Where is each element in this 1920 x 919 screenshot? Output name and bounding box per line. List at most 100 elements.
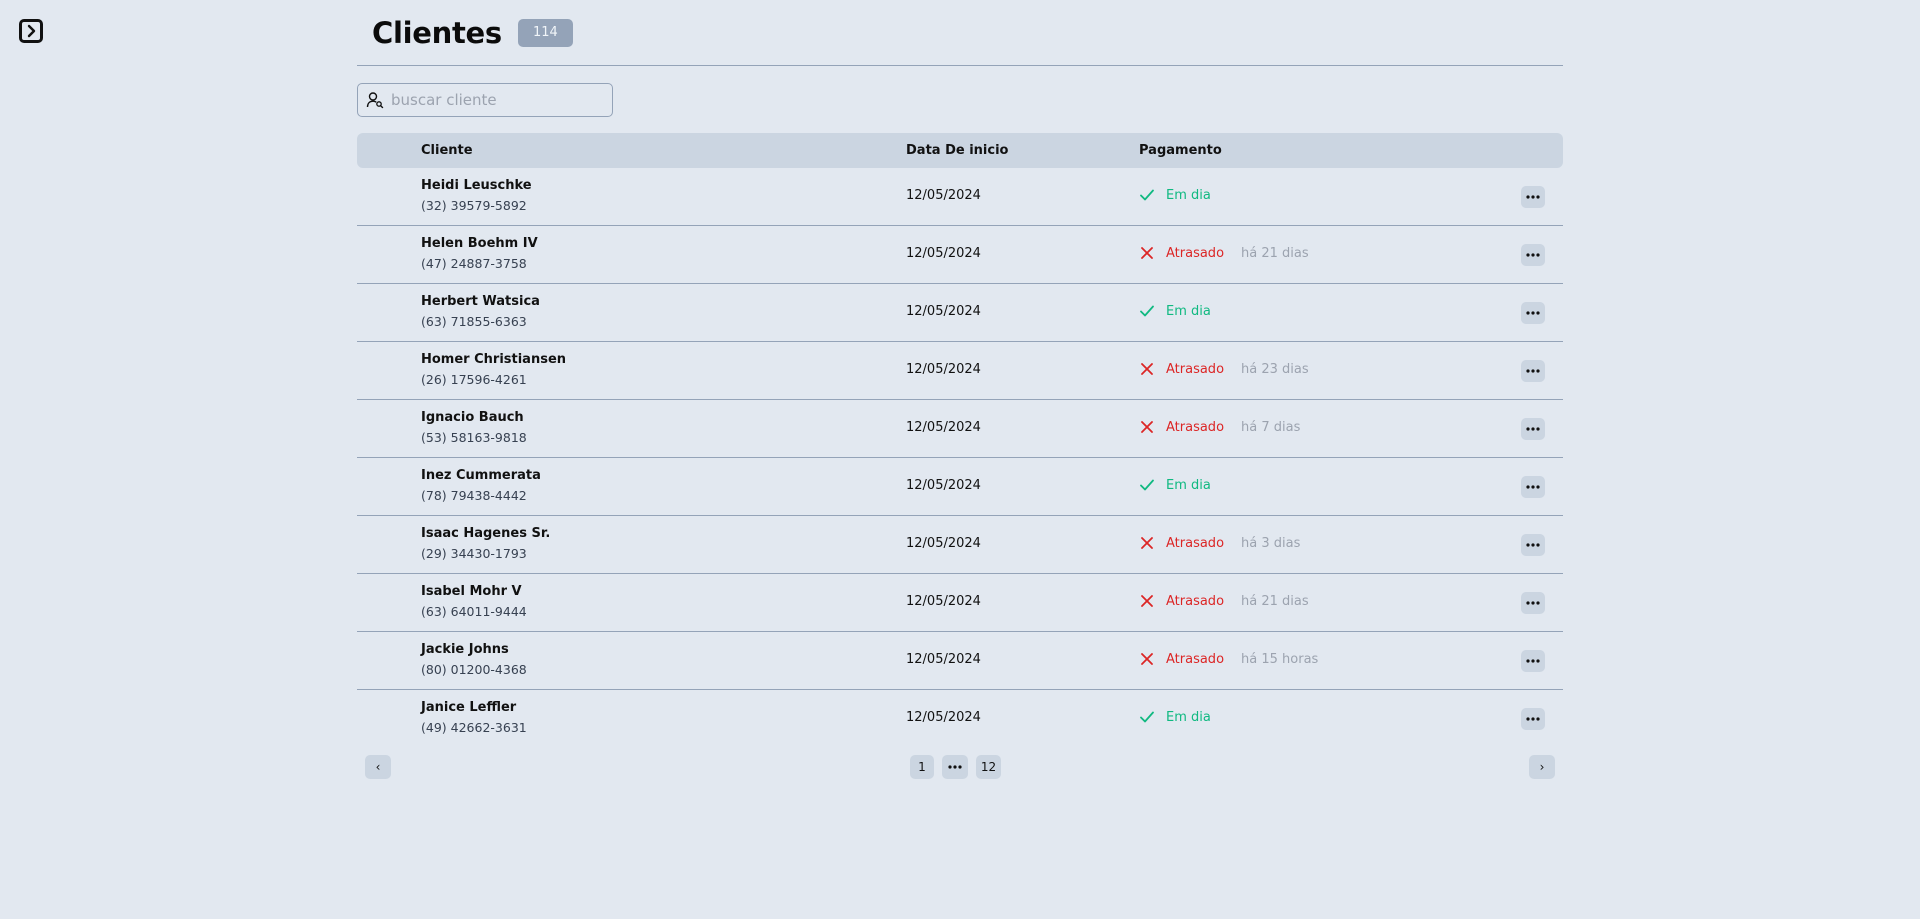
payment-status: Atrasado há 21 dias: [1139, 593, 1309, 609]
column-header-payment: Pagamento: [1139, 143, 1222, 158]
check-icon: [1140, 479, 1154, 491]
row-actions-button[interactable]: [1521, 302, 1545, 324]
prev-page-button[interactable]: ‹: [365, 755, 391, 779]
x-icon: [1141, 421, 1153, 433]
payment-status-label: Em dia: [1166, 477, 1211, 493]
page-ellipsis-button[interactable]: [942, 755, 968, 779]
payment-status-label: Em dia: [1166, 709, 1211, 725]
payment-status: Em dia: [1139, 709, 1211, 725]
start-date: 12/05/2024: [906, 594, 981, 609]
start-date: 12/05/2024: [906, 304, 981, 319]
search-input[interactable]: [389, 90, 593, 110]
user-search-icon: [366, 92, 384, 109]
table-row: Isaac Hagenes Sr. (29) 34430-1793 12/05/20…: [357, 516, 1563, 574]
search-box: [357, 83, 613, 117]
client-name: Herbert Watsica: [421, 294, 540, 309]
start-date: 12/05/2024: [906, 536, 981, 551]
payment-status-label: Atrasado: [1166, 593, 1225, 609]
client-phone: (63) 71855-6363: [421, 314, 527, 329]
column-header-client: Cliente: [421, 143, 473, 158]
payment-status: Atrasado há 3 dias: [1139, 535, 1300, 551]
row-actions-button[interactable]: [1521, 708, 1545, 730]
client-name: Janice Leffler: [421, 700, 517, 715]
table-row: Ignacio Bauch (53) 58163-9818 12/05/2024 At…: [357, 400, 1563, 458]
pagination: ‹ 1 12 ›: [357, 755, 1563, 781]
payment-status-label: Atrasado: [1166, 651, 1225, 667]
more-horizontal-icon: [1526, 311, 1540, 315]
more-horizontal-icon: [1526, 543, 1540, 547]
clients-table: Cliente Data De inicio Pagamento Heidi L…: [357, 133, 1563, 747]
client-name: Jackie Johns: [421, 642, 509, 657]
payment-status-label: Atrasado: [1166, 419, 1225, 435]
start-date: 12/05/2024: [906, 420, 981, 435]
payment-status-label: Em dia: [1166, 303, 1211, 319]
payment-status-label: Em dia: [1166, 187, 1211, 203]
client-name: Isabel Mohr V: [421, 584, 522, 599]
payment-status-label: Atrasado: [1166, 361, 1225, 377]
table-row: Jackie Johns (80) 01200-4368 12/05/2024 Atr…: [357, 632, 1563, 690]
payment-status: Em dia: [1139, 303, 1211, 319]
page-title: Clientes: [372, 15, 502, 50]
client-phone: (63) 64011-9444: [421, 604, 527, 619]
payment-status-label: Atrasado: [1166, 245, 1225, 261]
start-date: 12/05/2024: [906, 652, 981, 667]
x-icon: [1141, 653, 1153, 665]
more-horizontal-icon: [1526, 717, 1540, 721]
start-date: 12/05/2024: [906, 710, 981, 725]
start-date: 12/05/2024: [906, 362, 981, 377]
row-actions-button[interactable]: [1521, 476, 1545, 498]
client-phone: (49) 42662-3631: [421, 720, 527, 735]
x-icon: [1141, 247, 1153, 259]
more-horizontal-icon: [1526, 369, 1540, 373]
client-phone: (80) 01200-4368: [421, 662, 527, 677]
row-actions-button[interactable]: [1521, 592, 1545, 614]
table-row: Herbert Watsica (63) 71855-6363 12/05/2024…: [357, 284, 1563, 342]
table-row: Isabel Mohr V (63) 64011-9444 12/05/2024 At…: [357, 574, 1563, 632]
late-since: há 23 dias: [1241, 361, 1309, 377]
late-since: há 21 dias: [1241, 593, 1309, 609]
row-actions-button[interactable]: [1521, 534, 1545, 556]
row-actions-button[interactable]: [1521, 360, 1545, 382]
row-actions-button[interactable]: [1521, 650, 1545, 672]
row-actions-button[interactable]: [1521, 244, 1545, 266]
late-since: há 15 horas: [1241, 651, 1319, 667]
start-date: 12/05/2024: [906, 188, 981, 203]
late-since: há 7 dias: [1241, 419, 1301, 435]
page-header: Clientes 114: [357, 0, 1563, 66]
payment-status-label: Atrasado: [1166, 535, 1225, 551]
table-row: Janice Leffler (49) 42662-3631 12/05/2024 E…: [357, 690, 1563, 747]
sidebar-toggle-button[interactable]: [19, 19, 43, 43]
payment-status: Atrasado há 23 dias: [1139, 361, 1309, 377]
payment-status: Em dia: [1139, 477, 1211, 493]
client-name: Heidi Leuschke: [421, 178, 532, 193]
more-horizontal-icon: [1526, 485, 1540, 489]
client-phone: (78) 79438-4442: [421, 488, 527, 503]
payment-status: Em dia: [1139, 187, 1211, 203]
client-phone: (32) 39579-5892: [421, 198, 527, 213]
late-since: há 21 dias: [1241, 245, 1309, 261]
more-horizontal-icon: [1526, 659, 1540, 663]
column-header-date: Data De inicio: [906, 143, 1009, 158]
client-name: Isaac Hagenes Sr.: [421, 526, 551, 541]
payment-status: Atrasado há 7 dias: [1139, 419, 1300, 435]
x-icon: [1141, 537, 1153, 549]
row-actions-button[interactable]: [1521, 186, 1545, 208]
check-icon: [1140, 711, 1154, 723]
row-actions-button[interactable]: [1521, 418, 1545, 440]
next-page-button[interactable]: ›: [1529, 755, 1555, 779]
more-horizontal-icon: [1526, 195, 1540, 199]
table-header: Cliente Data De inicio Pagamento: [357, 133, 1563, 168]
late-since: há 3 dias: [1241, 535, 1301, 551]
page-button-12[interactable]: 12: [976, 755, 1001, 779]
x-icon: [1141, 363, 1153, 375]
clients-page: Clientes 114 Cliente Data De inicio Paga…: [357, 0, 1563, 779]
x-icon: [1141, 595, 1153, 607]
client-phone: (53) 58163-9818: [421, 430, 527, 445]
table-row: Helen Boehm IV (47) 24887-3758 12/05/2024 A…: [357, 226, 1563, 284]
client-name: Inez Cummerata: [421, 468, 541, 483]
table-row: Heidi Leuschke (32) 39579-5892 12/05/2024 E…: [357, 168, 1563, 226]
table-row: Homer Christiansen (26) 17596-4261 12/05/2…: [357, 342, 1563, 400]
start-date: 12/05/2024: [906, 246, 981, 261]
more-horizontal-icon: [1526, 601, 1540, 605]
page-button-1[interactable]: 1: [910, 755, 934, 779]
